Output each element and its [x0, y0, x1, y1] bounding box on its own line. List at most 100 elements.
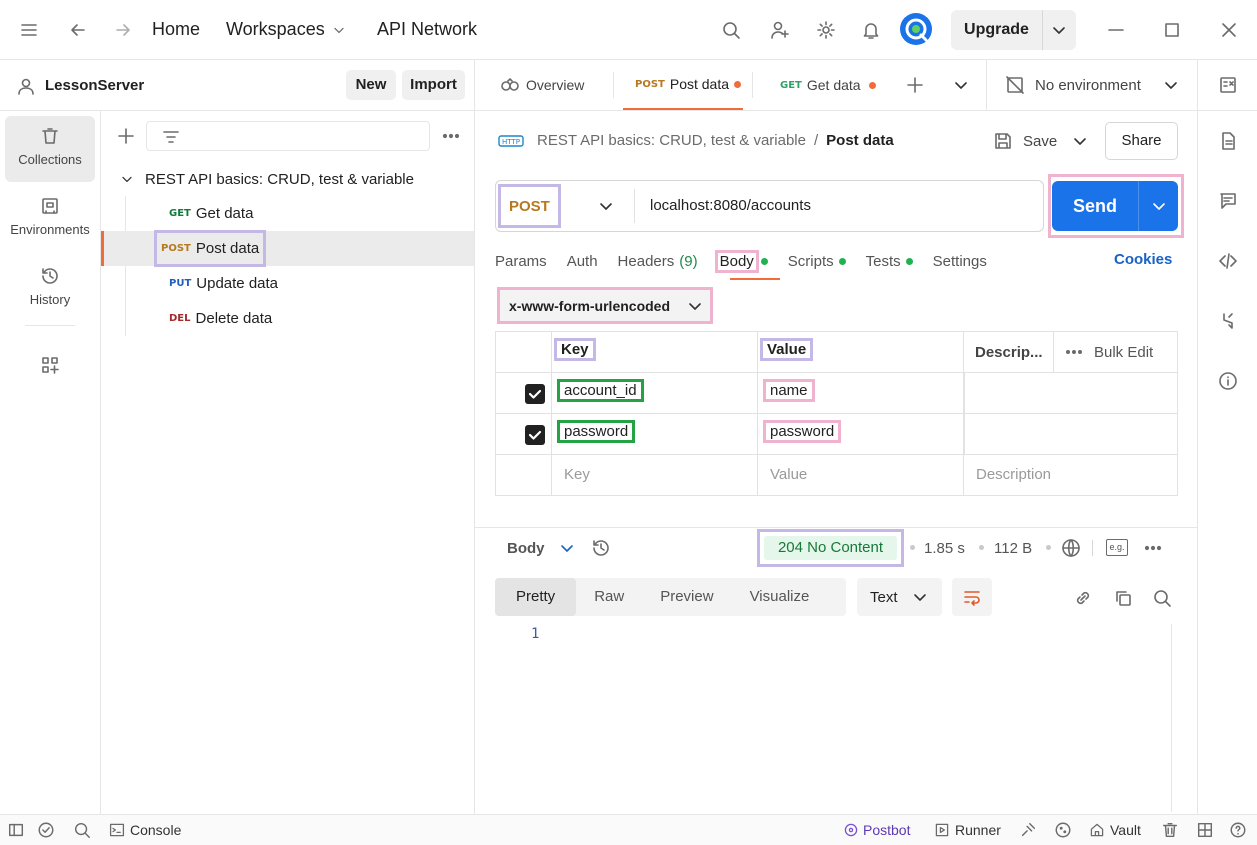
response-scrollbar[interactable] — [1171, 624, 1189, 812]
chevron-down-icon[interactable] — [1149, 196, 1169, 216]
response-size[interactable]: 112 B — [994, 540, 1032, 557]
import-button[interactable]: Import — [402, 70, 465, 100]
key-cell[interactable]: password — [552, 414, 758, 454]
cookies-link[interactable]: Cookies — [1114, 251, 1172, 268]
minimize-icon[interactable] — [1106, 20, 1126, 40]
request-item-delete-data[interactable]: DEL Delete data — [169, 301, 272, 336]
new-tab-plus-icon[interactable] — [905, 75, 925, 95]
chevron-down-icon[interactable] — [1049, 20, 1069, 40]
more-options-icon[interactable] — [1064, 342, 1084, 362]
description-cell[interactable]: Description — [964, 455, 1177, 495]
upgrade-button[interactable]: Upgrade — [951, 10, 1076, 50]
code-icon[interactable] — [1218, 251, 1238, 271]
key-cell[interactable]: account_id — [552, 373, 758, 413]
tab-overview[interactable]: Overview — [500, 60, 584, 110]
search-collections-input[interactable] — [146, 121, 430, 151]
console-button[interactable]: Console — [109, 821, 181, 839]
vault-button[interactable]: Vault — [1089, 821, 1141, 839]
notifications-bell-icon[interactable] — [861, 20, 881, 40]
layout-icon[interactable] — [1196, 821, 1214, 839]
more-options-icon[interactable] — [441, 126, 461, 146]
capture-icon[interactable] — [1019, 821, 1037, 839]
key-cell[interactable]: Key — [552, 455, 758, 495]
value-cell[interactable]: Value — [758, 455, 964, 495]
sidebar-item-collections[interactable]: Collections — [5, 116, 95, 182]
documentation-icon[interactable] — [1218, 131, 1238, 151]
comments-icon[interactable] — [1218, 191, 1238, 211]
check-circle-icon[interactable] — [37, 821, 55, 839]
api-network-link[interactable]: API Network — [377, 19, 477, 40]
forward-arrow-icon[interactable] — [113, 20, 133, 40]
help-icon[interactable] — [1229, 821, 1247, 839]
value-cell[interactable]: name — [758, 373, 964, 413]
menu-icon[interactable] — [19, 20, 39, 40]
search-icon[interactable] — [721, 20, 741, 40]
sidebar-item-history[interactable]: History — [5, 256, 95, 322]
tab-tests[interactable]: Tests — [866, 253, 913, 270]
request-item-post-data[interactable]: POST Post data — [153, 230, 267, 267]
chevron-down-icon[interactable] — [951, 75, 971, 95]
save-button[interactable]: Save — [993, 130, 1057, 152]
link-icon[interactable] — [1073, 588, 1093, 608]
status-badge[interactable]: 204 No Content — [764, 536, 897, 560]
cookie-icon[interactable] — [1054, 821, 1072, 839]
runner-button[interactable]: Runner — [934, 821, 1001, 839]
history-icon[interactable] — [591, 538, 611, 558]
more-options-icon[interactable] — [1143, 538, 1163, 558]
bulk-edit-button[interactable]: Bulk Edit — [1094, 344, 1153, 361]
environment-quick-look-icon[interactable] — [1218, 75, 1238, 95]
invite-user-icon[interactable] — [770, 20, 790, 40]
avatar[interactable] — [900, 13, 932, 45]
view-raw[interactable]: Raw — [576, 578, 642, 616]
info-icon[interactable] — [1218, 371, 1238, 391]
request-item-update-data[interactable]: PUT Update data — [169, 266, 278, 301]
share-button[interactable]: Share — [1105, 122, 1178, 160]
collection-row[interactable]: REST API basics: CRUD, test & variable — [119, 169, 414, 189]
search-icon[interactable] — [73, 821, 91, 839]
toggle-sidebar-icon[interactable] — [7, 821, 25, 839]
tab-get-data[interactable]: GET Get data — [780, 60, 876, 110]
chevron-down-icon[interactable] — [1070, 131, 1090, 151]
postbot-button[interactable]: Postbot — [843, 821, 910, 839]
row-checkbox[interactable] — [525, 384, 545, 404]
breadcrumb-request[interactable]: Post data — [826, 132, 894, 149]
view-visualize[interactable]: Visualize — [732, 578, 828, 616]
home-link[interactable]: Home — [152, 19, 200, 40]
back-arrow-icon[interactable] — [68, 20, 88, 40]
row-checkbox[interactable] — [525, 425, 545, 445]
chevron-down-icon[interactable] — [1161, 75, 1181, 95]
tab-body[interactable]: Body — [714, 249, 768, 273]
view-preview[interactable]: Preview — [642, 578, 731, 616]
tab-scripts[interactable]: Scripts — [788, 253, 846, 270]
search-icon[interactable] — [1152, 588, 1172, 608]
request-item-get-data[interactable]: GET Get data — [169, 196, 253, 231]
settings-gear-icon[interactable] — [816, 20, 836, 40]
chevron-down-icon[interactable] — [596, 196, 616, 216]
value-cell[interactable]: password — [758, 414, 964, 454]
view-pretty[interactable]: Pretty — [495, 578, 577, 616]
tab-params[interactable]: Params — [495, 253, 547, 270]
sidebar-item-environments[interactable]: Environments — [5, 186, 95, 252]
url-input[interactable]: localhost:8080/accounts — [650, 197, 811, 214]
maximize-icon[interactable] — [1162, 20, 1182, 40]
tab-headers[interactable]: Headers (9) — [618, 253, 698, 270]
tab-auth[interactable]: Auth — [567, 253, 598, 270]
globe-icon[interactable] — [1061, 538, 1081, 558]
send-button[interactable]: Send — [1052, 181, 1178, 231]
body-type-select[interactable]: x-www-form-urlencoded — [497, 287, 713, 324]
close-icon[interactable] — [1219, 20, 1239, 40]
trash-icon[interactable] — [1161, 821, 1179, 839]
method-select[interactable]: POST — [498, 184, 561, 228]
add-widget-icon[interactable] — [40, 355, 60, 375]
breadcrumb-collection[interactable]: REST API basics: CRUD, test & variable — [537, 132, 806, 149]
environment-selector[interactable]: No environment — [1005, 60, 1181, 110]
response-time[interactable]: 1.85 s — [924, 540, 965, 557]
wrap-lines-button[interactable] — [952, 578, 992, 616]
tab-post-data[interactable]: POST Post data — [623, 60, 743, 110]
workspaces-menu[interactable]: Workspaces — [226, 19, 347, 40]
related-collections-icon[interactable] — [1218, 311, 1238, 331]
response-format-select[interactable]: Text — [857, 578, 942, 616]
new-button[interactable]: New — [346, 70, 396, 100]
plus-icon[interactable] — [116, 126, 136, 146]
save-example-button[interactable]: e.g. — [1106, 539, 1128, 556]
